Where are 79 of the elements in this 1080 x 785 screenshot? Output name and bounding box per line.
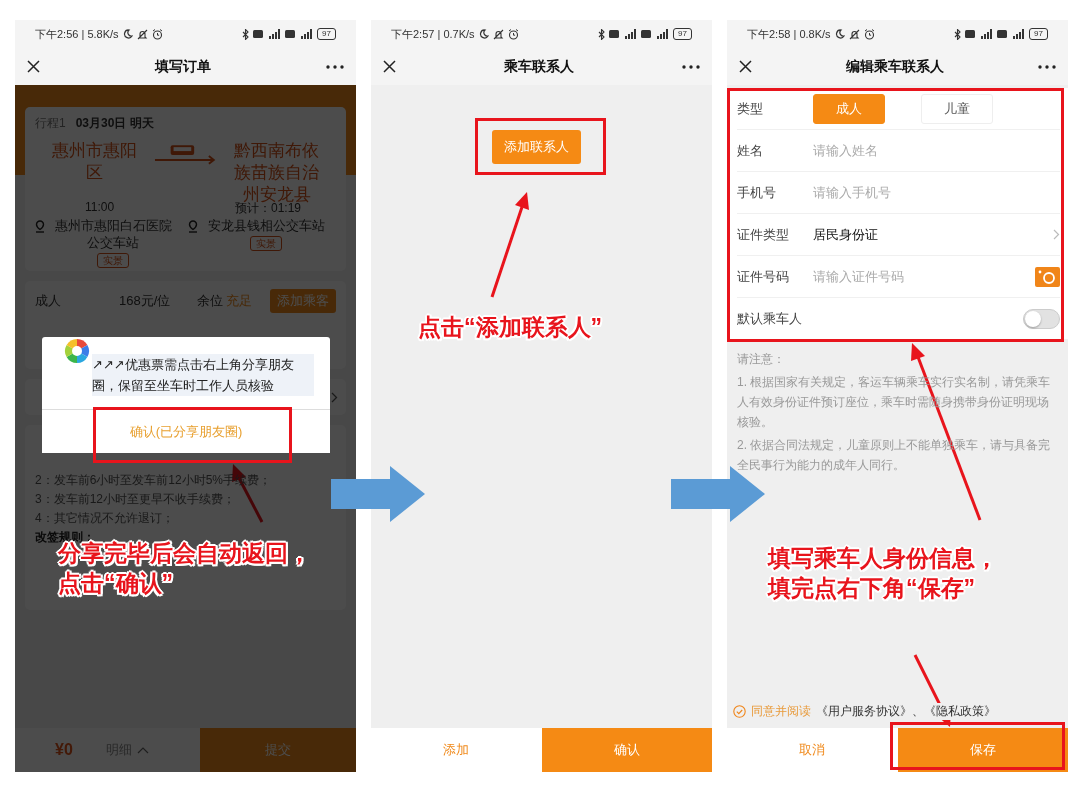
page-title: 编辑乘车联系人 bbox=[846, 57, 944, 76]
battery-indicator: 97 bbox=[317, 28, 336, 40]
field-label: 证件号码 bbox=[737, 267, 790, 286]
alarm-icon bbox=[863, 28, 875, 40]
type-option[interactable]: 成人 bbox=[813, 93, 885, 124]
field-label: 类型 bbox=[737, 99, 764, 118]
departure-station: 惠州市惠阳白石医院公交车站 bbox=[54, 218, 172, 250]
hd-icon bbox=[997, 30, 1008, 38]
total-price: ¥0 bbox=[55, 741, 73, 759]
moon-icon bbox=[834, 29, 845, 39]
dialog-message: ↗↗↗优惠票需点击右上角分享朋友圈，保留至坐车时工作人员核验 bbox=[92, 354, 314, 396]
close-icon[interactable] bbox=[27, 60, 40, 73]
add-contact-button[interactable]: 添加联系人 bbox=[492, 130, 581, 164]
annotation-text: 填写乘车人身份信息， bbox=[768, 544, 998, 573]
bell-off-icon bbox=[848, 28, 860, 40]
agreement-label: 同意并阅读 bbox=[751, 703, 811, 720]
trip-date: 03月30日 明天 bbox=[75, 115, 154, 132]
battery-indicator: 97 bbox=[1029, 28, 1048, 40]
departure-city: 惠州市惠阳区 bbox=[50, 140, 138, 184]
hd-icon bbox=[965, 30, 976, 38]
bell-off-icon bbox=[492, 28, 504, 40]
notice-text: 请注意： bbox=[737, 351, 786, 368]
field-label: 姓名 bbox=[737, 141, 764, 160]
bluetooth-icon bbox=[954, 28, 962, 40]
signal-icon bbox=[1011, 29, 1026, 39]
arrival-city: 黔西南布依族苗族自治州安龙县 bbox=[233, 140, 321, 204]
status-text: 下午2:58 | 0.8K/s bbox=[747, 26, 831, 42]
annotation-text: 点击“添加联系人” bbox=[418, 313, 602, 342]
input-field[interactable]: 请输入姓名 bbox=[813, 143, 1060, 158]
alarm-icon bbox=[151, 28, 163, 40]
confirm-button[interactable]: 确认(已分享朋友圈) bbox=[42, 409, 330, 453]
seats-status: 充足 bbox=[226, 292, 252, 310]
more-icon[interactable] bbox=[1038, 64, 1056, 69]
battery-indicator: 97 bbox=[673, 28, 692, 40]
check-circle-icon[interactable] bbox=[733, 705, 746, 718]
annotation-text: 点击“确认” bbox=[58, 569, 174, 598]
add-button[interactable]: 添加 bbox=[371, 728, 542, 772]
bluetooth-icon bbox=[242, 28, 250, 40]
field-label: 默认乘车人 bbox=[737, 309, 802, 328]
toggle-switch[interactable] bbox=[1023, 308, 1060, 329]
close-icon[interactable] bbox=[383, 60, 396, 73]
signal-icon bbox=[623, 29, 638, 39]
select-value[interactable]: 居民身份证 bbox=[813, 225, 1053, 244]
page-title: 乘车联系人 bbox=[504, 57, 574, 76]
annotation-text: 填完点右下角“保存” bbox=[768, 574, 976, 603]
moon-icon bbox=[478, 29, 489, 39]
save-button[interactable]: 保存 bbox=[897, 728, 1068, 772]
status-text: 下午2:57 | 0.7K/s bbox=[391, 26, 475, 42]
type-option[interactable]: 儿童 bbox=[921, 93, 993, 124]
status-text: 下午2:56 | 5.8K/s bbox=[35, 26, 119, 42]
field-label: 证件类型 bbox=[737, 225, 790, 244]
cancel-button[interactable]: 取消 bbox=[727, 728, 898, 772]
close-icon[interactable] bbox=[739, 60, 752, 73]
departure-time: 11:00 bbox=[85, 200, 115, 216]
hd-icon bbox=[253, 30, 264, 38]
alarm-icon bbox=[507, 28, 519, 40]
more-icon[interactable] bbox=[682, 64, 700, 69]
bluetooth-icon bbox=[598, 28, 606, 40]
confirm-button[interactable]: 确认 bbox=[541, 728, 712, 772]
field-label: 手机号 bbox=[737, 183, 777, 202]
ticket-price: 168元/位 bbox=[119, 292, 172, 310]
hd-icon bbox=[641, 30, 652, 38]
seats-label: 余位 bbox=[197, 292, 223, 310]
signal-icon bbox=[267, 29, 282, 39]
hd-icon bbox=[609, 30, 620, 38]
input-field[interactable]: 请输入证件号码 bbox=[813, 269, 1035, 284]
signal-icon bbox=[655, 29, 670, 39]
page-title: 填写订单 bbox=[155, 57, 211, 76]
input-field[interactable]: 请输入手机号 bbox=[813, 185, 1060, 200]
more-icon[interactable] bbox=[326, 64, 344, 69]
moon-icon bbox=[122, 29, 133, 39]
camera-icon[interactable] bbox=[1035, 266, 1060, 287]
signal-icon bbox=[979, 29, 994, 39]
bell-off-icon bbox=[136, 28, 148, 40]
arrival-time: 预计：01:19 bbox=[234, 201, 301, 217]
arrival-station: 安龙县钱相公交车站 bbox=[207, 218, 325, 233]
hd-icon bbox=[285, 30, 296, 38]
signal-icon bbox=[299, 29, 314, 39]
ticket-type: 成人 bbox=[35, 292, 62, 310]
